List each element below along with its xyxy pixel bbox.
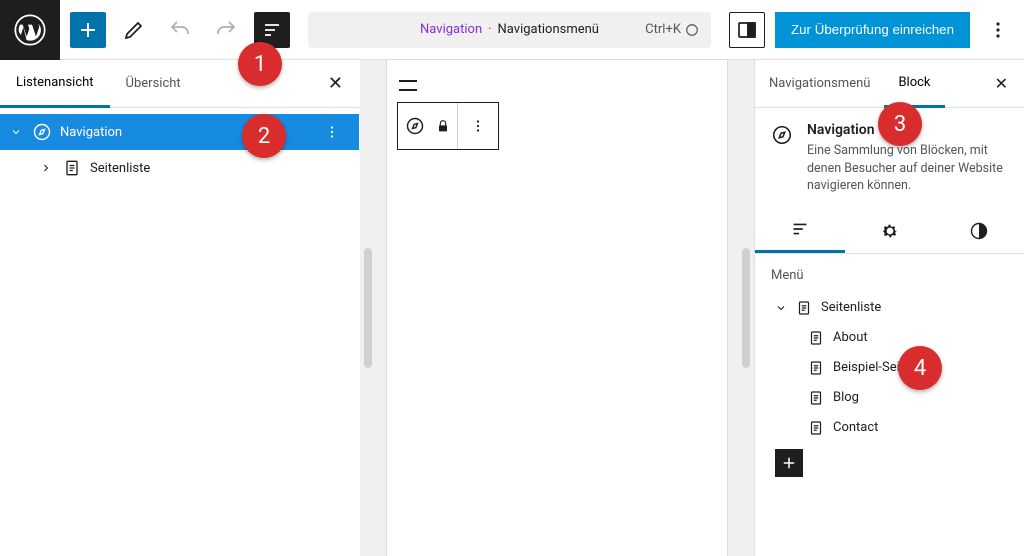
page-icon [807, 389, 825, 407]
contrast-icon [969, 221, 989, 241]
annotation-1: 1 [238, 42, 282, 86]
editor-layout: Listenansicht Übersicht ✕ Navigation [0, 60, 1024, 556]
block-tree: Navigation Seitenliste [0, 108, 359, 192]
right-tabs: Navigationsmenü Block ✕ [755, 60, 1024, 108]
menu-item[interactable]: About [771, 323, 1008, 353]
list-icon [789, 218, 811, 240]
sidebar-toggle-button[interactable] [729, 12, 765, 48]
tree-item-navigation[interactable]: Navigation [0, 114, 359, 150]
close-settings[interactable]: ✕ [979, 74, 1024, 93]
menu-item[interactable]: Beispiel-Seite [771, 353, 1008, 383]
toolbar-block-controls[interactable] [398, 103, 458, 149]
more-icon [469, 117, 487, 135]
scrollbar[interactable] [742, 248, 750, 368]
undo-button[interactable] [162, 12, 198, 48]
sub-tab-styles[interactable] [934, 209, 1024, 253]
block-card-desc: Eine Sammlung von Blöcken, mit denen Bes… [807, 142, 1008, 195]
wordpress-logo[interactable] [0, 0, 60, 60]
lock-icon [435, 118, 451, 134]
edit-button[interactable] [116, 12, 152, 48]
tab-block[interactable]: Block [884, 60, 944, 108]
compass-icon [771, 122, 795, 195]
annotation-2: 2 [242, 114, 286, 158]
compass-icon [32, 122, 52, 142]
annotation-4: 4 [898, 346, 942, 390]
page-icon [62, 158, 82, 178]
menu-section: Menü Seitenliste About Bei [755, 254, 1024, 491]
tree-item-label: Seitenliste [90, 161, 150, 176]
add-menu-item-button[interactable] [775, 449, 803, 477]
scrollbar[interactable] [364, 248, 372, 368]
block-toolbar [397, 102, 499, 150]
menu-item-pagelist[interactable]: Seitenliste [771, 293, 1008, 323]
menu-item[interactable]: Contact [771, 413, 1008, 443]
redo-button[interactable] [208, 12, 244, 48]
editor-canvas-wrap [360, 60, 754, 556]
editor-canvas[interactable] [387, 60, 727, 556]
chevron-down-icon [10, 126, 24, 138]
tree-item-label: Navigation [60, 125, 122, 140]
sub-tab-list[interactable] [755, 209, 845, 253]
menu-tree: Seitenliste About Beispiel-Seite Blog Co… [771, 293, 1008, 477]
chevron-right-icon [40, 162, 54, 174]
page-icon [807, 329, 825, 347]
sub-tab-settings[interactable] [845, 209, 935, 253]
left-tabs: Listenansicht Übersicht ✕ [0, 60, 359, 108]
menu-icon[interactable] [399, 76, 425, 94]
gear-icon [880, 221, 900, 241]
tree-item-options[interactable] [315, 123, 349, 141]
tab-nav-menu[interactable]: Navigationsmenü [755, 60, 884, 108]
tree-item-pagelist[interactable]: Seitenliste [0, 150, 359, 186]
submit-review-button[interactable]: Zur Überprüfung einreichen [775, 12, 970, 48]
menu-heading: Menü [771, 268, 1008, 283]
chevron-down-icon [775, 302, 787, 314]
breadcrumb-current: Navigationsmenü [498, 22, 599, 37]
annotation-3: 3 [878, 102, 922, 146]
editor-topbar: Navigation · Navigationsmenü Ctrl+K Zur … [0, 0, 1024, 60]
tab-outline[interactable]: Übersicht [110, 60, 197, 108]
add-block-button[interactable] [70, 12, 106, 48]
options-button[interactable] [980, 12, 1016, 48]
breadcrumb-root: Navigation [420, 22, 482, 37]
tab-list-view[interactable]: Listenansicht [0, 60, 110, 108]
command-shortcut: Ctrl+K [645, 22, 699, 37]
compass-icon [405, 116, 425, 136]
close-list-view[interactable]: ✕ [312, 73, 359, 94]
page-icon [807, 419, 825, 437]
page-icon [807, 359, 825, 377]
command-bar[interactable]: Navigation · Navigationsmenü Ctrl+K [308, 12, 711, 48]
page-icon [795, 299, 813, 317]
toolbar-more[interactable] [458, 103, 498, 149]
inspector-sub-tabs [755, 209, 1024, 254]
list-view-panel: Listenansicht Übersicht ✕ Navigation [0, 60, 360, 556]
menu-item[interactable]: Blog [771, 383, 1008, 413]
